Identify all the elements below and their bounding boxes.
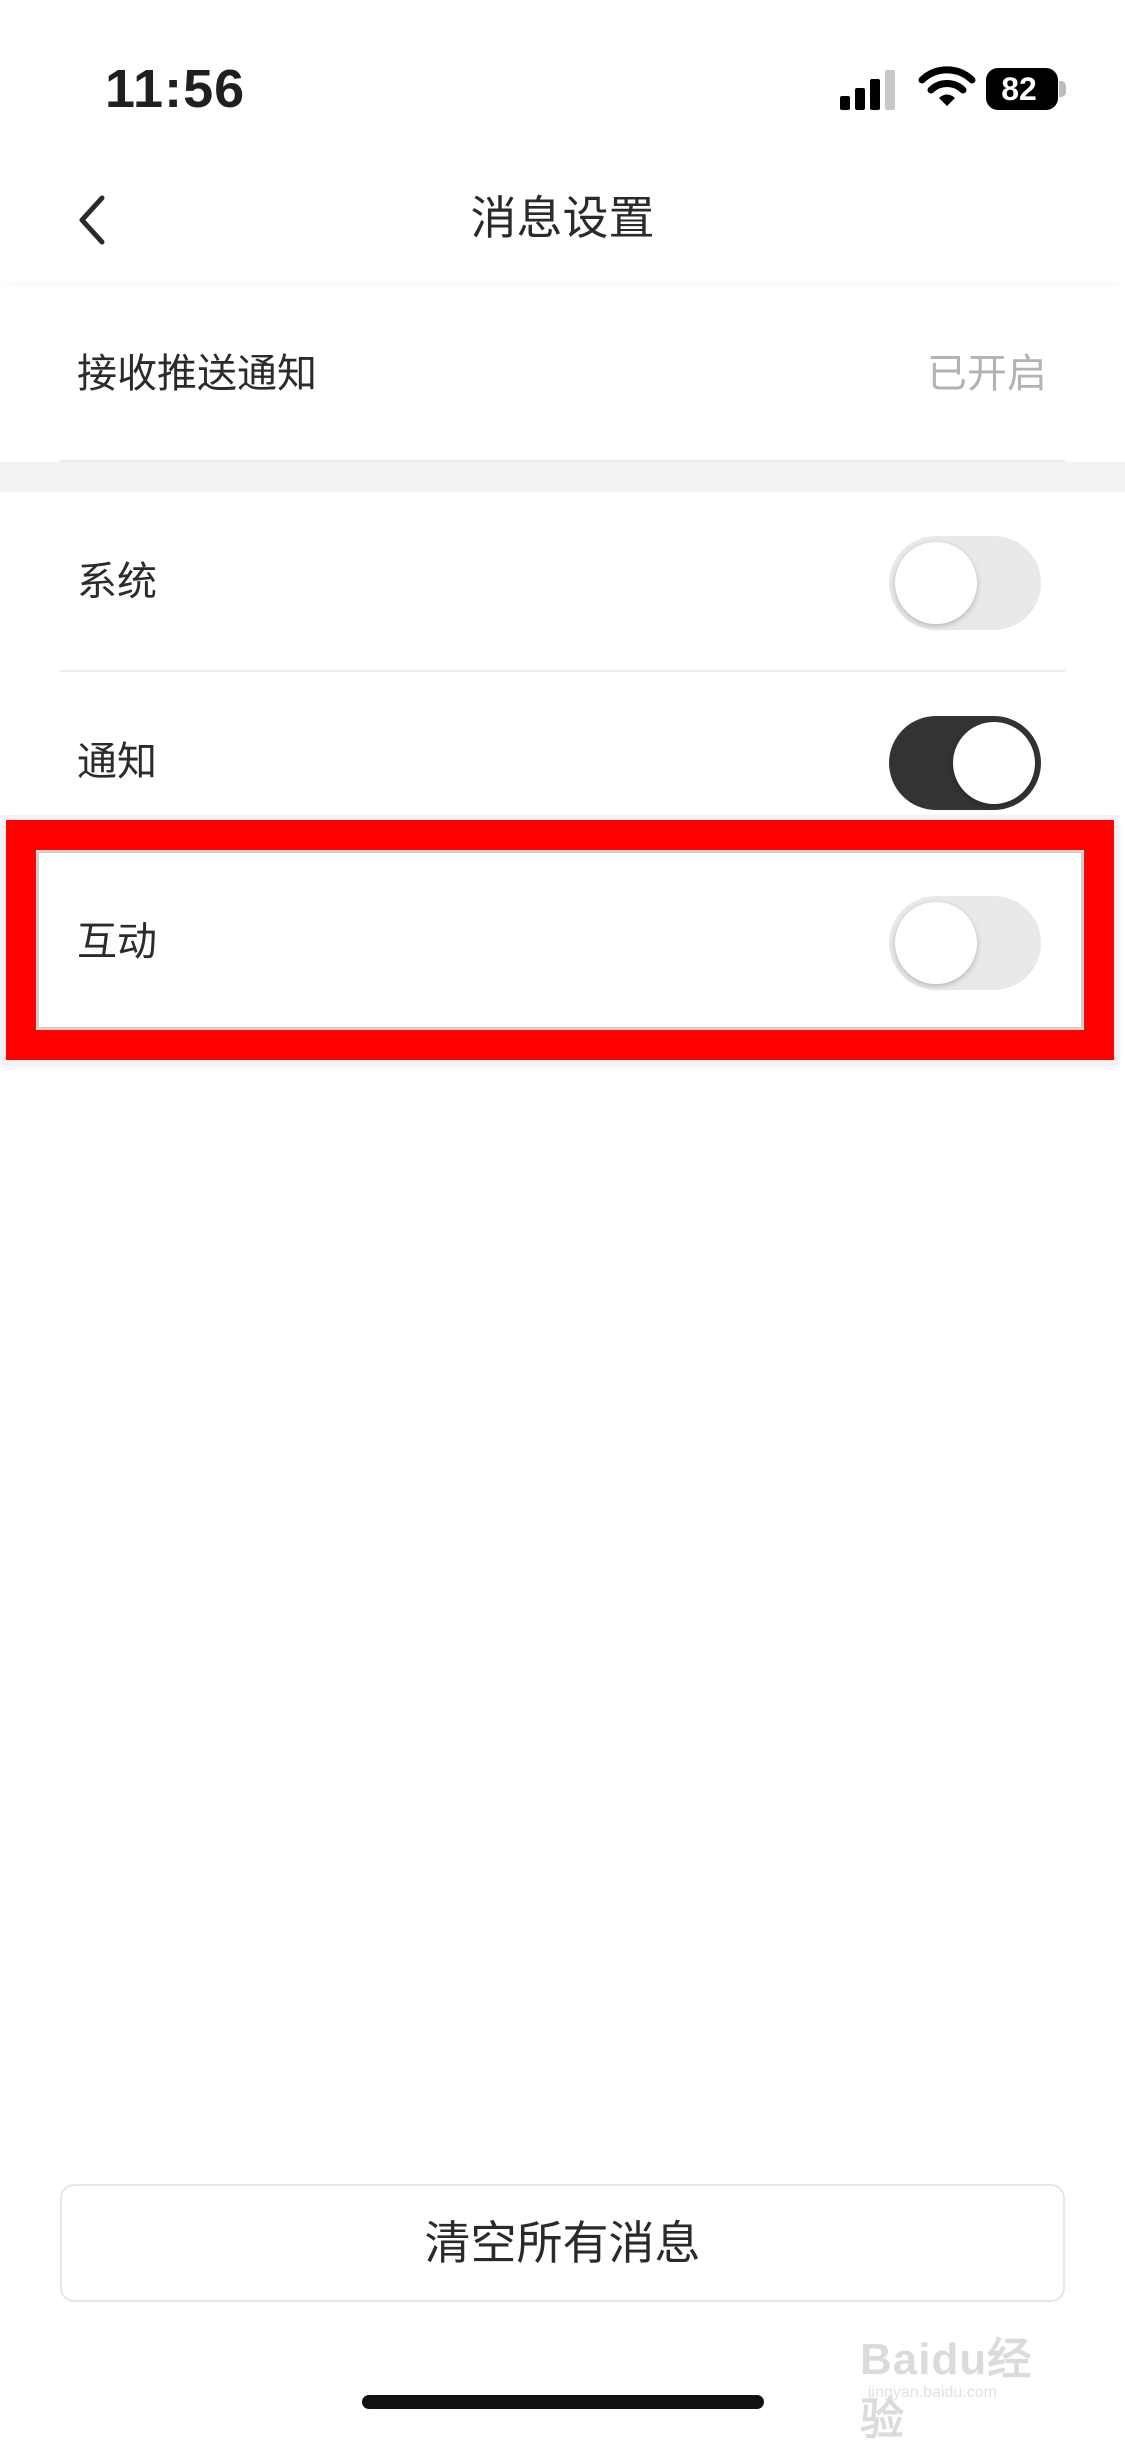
- push-notification-label: 接收推送通知: [77, 351, 317, 397]
- highlight-box: [6, 820, 1114, 1060]
- cellular-signal-icon: [840, 70, 895, 110]
- system-toggle[interactable]: [889, 536, 1041, 630]
- clear-all-messages-button[interactable]: 清空所有消息: [60, 2184, 1065, 2302]
- wifi-icon: [918, 66, 976, 106]
- watermark-subtext: jingyan.baidu.com: [868, 2384, 997, 2401]
- page-title: 消息设置: [470, 191, 655, 245]
- toggle-row-label: 通知: [77, 739, 157, 785]
- battery-icon: 82: [986, 68, 1066, 110]
- toggle-row-system: 系统: [60, 492, 1065, 672]
- status-time: 11:56: [105, 59, 246, 119]
- section-separator: [0, 462, 1125, 492]
- baidu-watermark-logo: Baidu经验 jingyan.baidu.com: [860, 2330, 1070, 2444]
- toggle-row-label: 系统: [77, 559, 157, 605]
- home-indicator[interactable]: [362, 2395, 764, 2409]
- notification-toggle[interactable]: [889, 716, 1041, 810]
- toggle-knob: [953, 722, 1035, 804]
- battery-level: 82: [1001, 71, 1037, 107]
- push-notification-status: 已开启: [927, 351, 1047, 397]
- toggle-knob: [895, 542, 977, 624]
- push-notification-row[interactable]: 接收推送通知 已开启: [60, 284, 1065, 462]
